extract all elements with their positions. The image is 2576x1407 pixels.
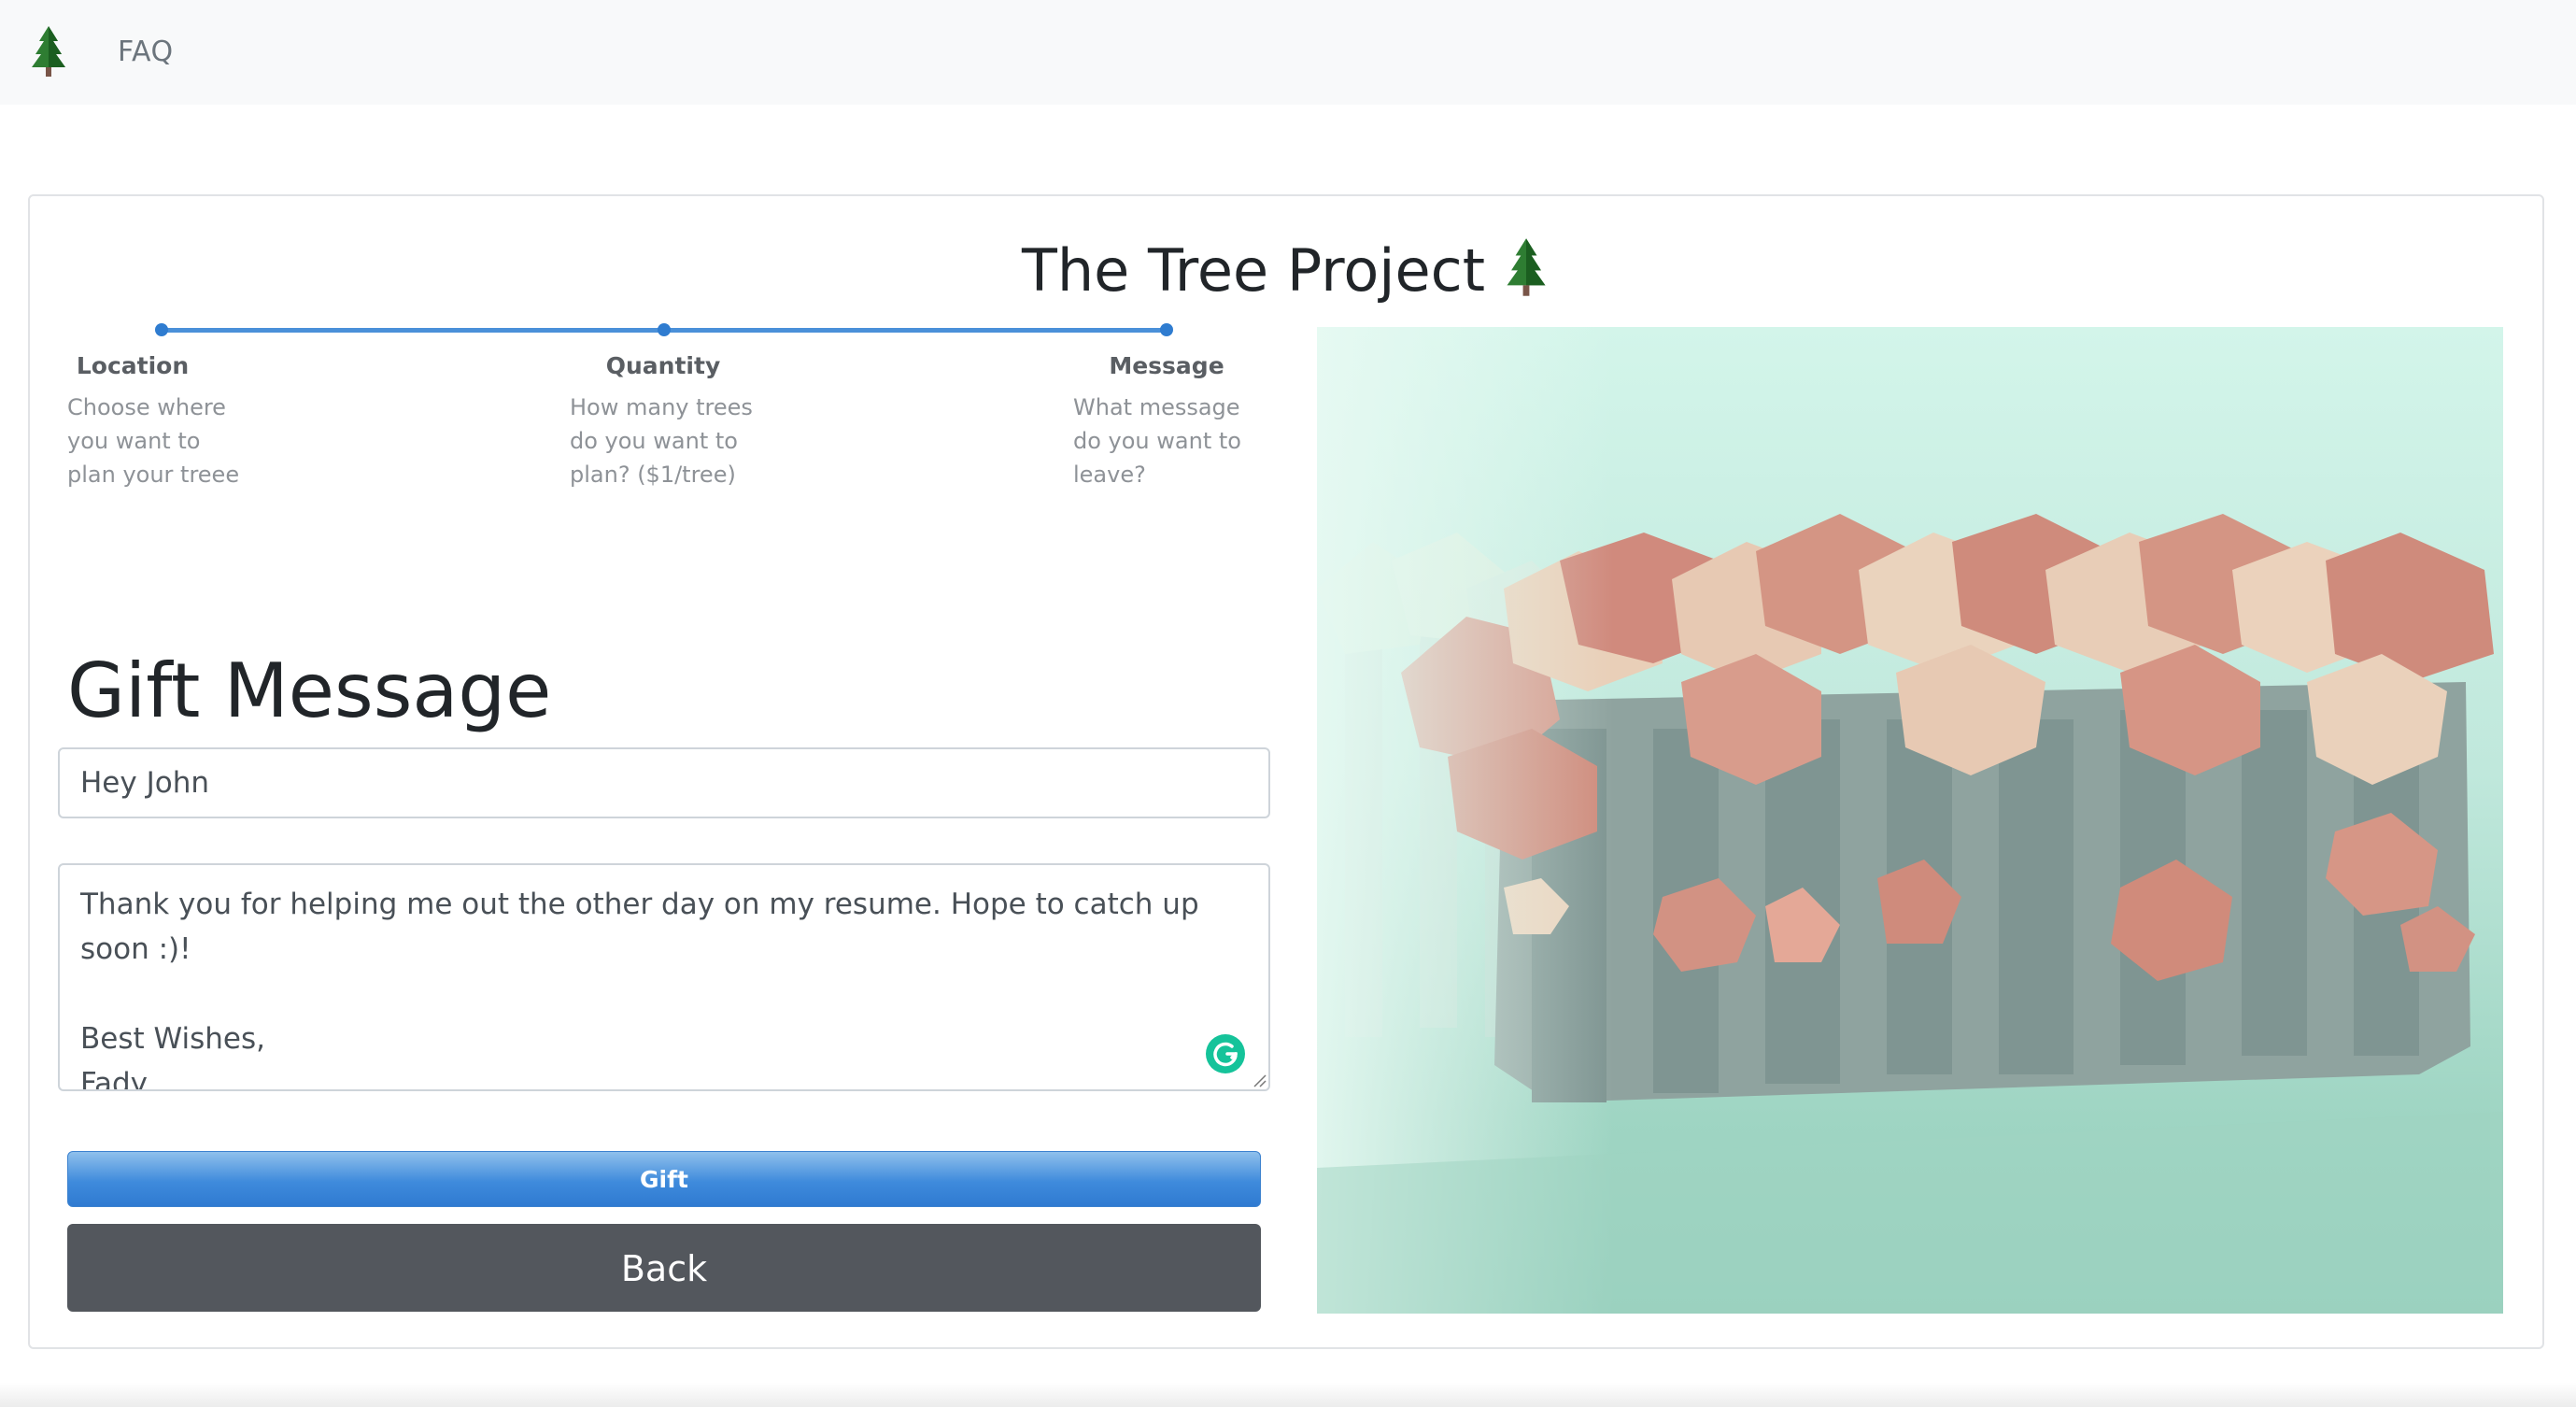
- back-button[interactable]: Back: [67, 1224, 1261, 1312]
- page-title-text: The Tree Project: [1021, 236, 1486, 305]
- recipient-input[interactable]: [58, 747, 1270, 818]
- stepper-dot-message: [1160, 323, 1173, 336]
- step-title: Location: [76, 352, 190, 379]
- message-textarea[interactable]: [58, 863, 1270, 1091]
- stepper-dot-quantity: [658, 323, 671, 336]
- page-bottom-edge: [0, 1383, 2576, 1407]
- page-title: The Tree Project: [0, 232, 2576, 310]
- grammarly-icon[interactable]: [1205, 1033, 1246, 1074]
- nav-link-faq[interactable]: FAQ: [118, 34, 174, 71]
- step-description: How many trees do you want to plan? ($1/…: [570, 394, 753, 488]
- stepper-step-location[interactable]: Location Choose where you want to plan y…: [67, 349, 254, 491]
- step-description: Choose where you want to plan your treee: [67, 394, 240, 488]
- stepper-step-message[interactable]: Message What message do you want to leav…: [1073, 349, 1260, 491]
- step-description: What message do you want to leave?: [1073, 394, 1241, 488]
- step-title: Message: [1109, 352, 1224, 379]
- navbar: FAQ: [0, 0, 2576, 105]
- gift-button[interactable]: Gift: [67, 1151, 1261, 1207]
- tree-icon: [1507, 238, 1546, 296]
- forest-scene: [1317, 327, 2503, 1314]
- tree-icon[interactable]: [28, 24, 69, 78]
- stepper-dot-location: [155, 323, 168, 336]
- stepper-step-quantity[interactable]: Quantity How many trees do you want to p…: [570, 349, 757, 491]
- low-poly-forest-illustration: [1317, 327, 2503, 1314]
- step-title: Quantity: [605, 352, 721, 379]
- resize-grip-icon[interactable]: [1252, 1073, 1267, 1087]
- gift-message-heading: Gift Message: [67, 647, 552, 734]
